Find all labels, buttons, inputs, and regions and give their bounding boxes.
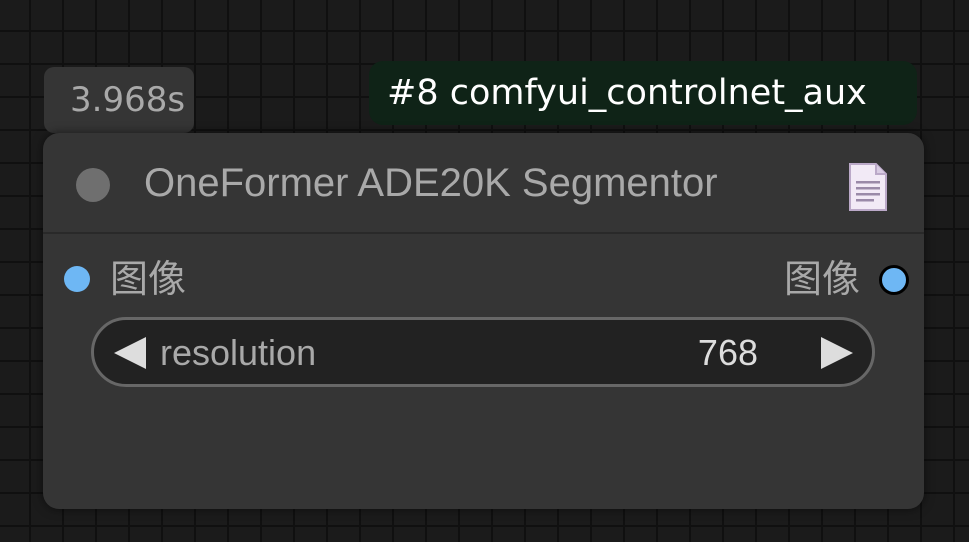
node-title: OneFormer ADE20K Segmentor bbox=[144, 161, 718, 205]
execution-time-badge: 3.968s bbox=[44, 67, 194, 133]
output-slot-image-dot[interactable] bbox=[879, 265, 909, 295]
input-slot-image-dot[interactable] bbox=[64, 266, 90, 292]
node-oneformer-ade20k-segmentor[interactable]: OneFormer ADE20K Segmentor 图像 图像 resolut… bbox=[43, 133, 924, 509]
node-source-badge: #8 comfyui_controlnet_aux bbox=[369, 61, 917, 125]
resolution-number-widget[interactable]: resolution 768 bbox=[91, 317, 875, 387]
resolution-label: resolution bbox=[160, 332, 317, 373]
output-slot-image-label: 图像 bbox=[783, 259, 860, 301]
input-slot-image-label: 图像 bbox=[110, 259, 187, 301]
collapse-dot-icon[interactable] bbox=[76, 168, 110, 202]
node-source-text: #8 comfyui_controlnet_aux bbox=[387, 73, 867, 113]
resolution-value[interactable]: 768 bbox=[698, 330, 758, 376]
arrow-right-icon[interactable] bbox=[821, 337, 853, 369]
document-icon[interactable] bbox=[846, 160, 890, 214]
execution-time-text: 3.968s bbox=[70, 80, 186, 120]
arrow-left-icon[interactable] bbox=[114, 337, 146, 369]
node-header[interactable]: OneFormer ADE20K Segmentor bbox=[43, 133, 924, 234]
